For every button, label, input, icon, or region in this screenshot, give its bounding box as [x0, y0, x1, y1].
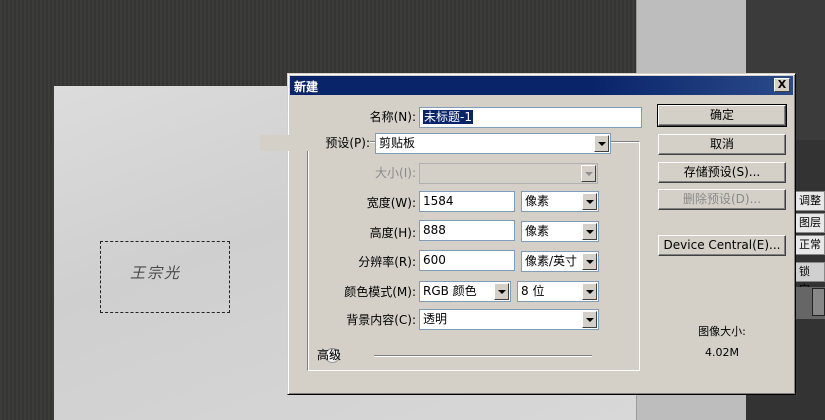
width-unit-select[interactable]: 像素	[521, 191, 599, 212]
close-button[interactable]: X	[774, 78, 790, 92]
color-mode-value: RGB 颜色	[423, 284, 477, 298]
name-input[interactable]: 未标题-1	[419, 107, 642, 128]
size-select	[419, 163, 598, 184]
bit-depth-value: 8 位	[521, 284, 545, 298]
width-label: 宽度(W):	[366, 196, 416, 210]
color-mode-select[interactable]: RGB 颜色	[419, 281, 511, 302]
dialog-title: 新建	[294, 80, 319, 94]
height-unit-value: 像素	[525, 224, 550, 238]
dialog-titlebar[interactable]: 新建 X	[290, 76, 793, 95]
chevron-down-icon[interactable]	[582, 311, 597, 328]
chevron-down-icon[interactable]	[494, 283, 509, 300]
resolution-unit-select[interactable]: 像素/英寸	[521, 251, 599, 272]
resolution-unit-value: 像素/英寸	[525, 254, 578, 268]
image-size-label: 图像大小:	[698, 325, 746, 338]
size-label: 大小(I):	[375, 166, 416, 180]
advanced-label[interactable]: 高级	[231, 347, 341, 363]
background-value: 透明	[423, 312, 448, 326]
layer-thumbnail[interactable]	[812, 288, 825, 316]
chevron-down-icon[interactable]	[582, 253, 597, 270]
background-select[interactable]: 透明	[419, 309, 599, 330]
name-input-value: 未标题-1	[423, 110, 473, 124]
width-input[interactable]: 1584	[419, 191, 515, 212]
image-size-value: 4.02M	[705, 346, 739, 359]
width-unit-value: 像素	[525, 194, 550, 208]
preset-value: 剪贴板	[379, 136, 416, 150]
chevron-down-icon[interactable]	[582, 223, 597, 240]
ok-button[interactable]: 确定	[657, 104, 787, 127]
resolution-label: 分辨率(R):	[358, 255, 416, 269]
bit-depth-select[interactable]: 8 位	[517, 281, 599, 302]
background-label: 背景内容(C):	[346, 313, 416, 327]
resolution-input[interactable]: 600	[419, 250, 515, 271]
save-preset-button[interactable]: 存储预设(S)...	[658, 162, 786, 183]
height-label: 高度(H):	[369, 226, 416, 240]
chevron-down-icon[interactable]	[594, 135, 609, 152]
height-unit-select[interactable]: 像素	[521, 221, 599, 242]
cancel-button[interactable]: 取消	[658, 134, 786, 155]
name-label: 名称(N):	[369, 110, 416, 124]
device-central-button[interactable]: Device Central(E)...	[658, 235, 786, 256]
chevron-down-icon[interactable]	[582, 193, 597, 210]
delete-preset-button: 删除预设(D)...	[658, 189, 786, 210]
signature-text: 王宗光	[130, 264, 182, 282]
preset-select[interactable]: 剪贴板	[375, 133, 611, 154]
advanced-divider	[374, 355, 592, 357]
height-input[interactable]: 888	[419, 220, 515, 241]
chevron-down-icon[interactable]	[582, 283, 597, 300]
new-document-dialog: 新建 X 名称(N): 未标题-1 预设(P): 剪贴板 大小(I): 宽度(W…	[260, 73, 796, 395]
preset-label: 预设(P):	[260, 135, 370, 151]
chevron-down-icon	[581, 165, 596, 182]
color-mode-label: 颜色模式(M):	[344, 285, 416, 299]
